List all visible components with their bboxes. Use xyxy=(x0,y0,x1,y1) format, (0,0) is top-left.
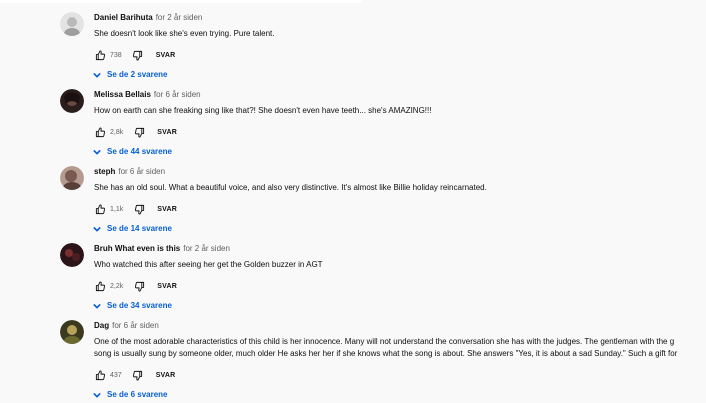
dislike-icon[interactable] xyxy=(132,49,144,61)
reply-button[interactable]: SVAR xyxy=(156,372,176,379)
comment-author[interactable]: Daniel Barihuta xyxy=(94,13,153,22)
like-icon[interactable] xyxy=(94,49,106,61)
avatar[interactable] xyxy=(60,89,84,113)
comment-text: She doesn't look like she's even trying.… xyxy=(94,29,275,38)
view-replies-button[interactable]: Se de 44 svarene xyxy=(93,147,706,156)
like-icon[interactable] xyxy=(94,203,106,215)
comment-text-line: One of the most adorable characteristics… xyxy=(94,337,675,346)
view-replies-label: Se de 6 svarene xyxy=(107,390,168,399)
comment-text: One of the most adorable characteristics… xyxy=(94,336,706,360)
view-replies-label: Se de 14 svarene xyxy=(107,224,172,233)
view-replies-label: Se de 34 svarene xyxy=(107,301,172,310)
like-icon[interactable] xyxy=(94,126,106,138)
comment-time[interactable]: for 6 år siden xyxy=(112,321,159,330)
reply-button[interactable]: SVAR xyxy=(156,52,176,59)
like-count: 738 xyxy=(110,51,122,59)
chevron-down-icon xyxy=(93,149,101,155)
like-count: 2,2k xyxy=(110,282,124,290)
view-replies-button[interactable]: Se de 34 svarene xyxy=(93,301,706,310)
like-count: 2,8k xyxy=(110,128,124,136)
like-count: 437 xyxy=(110,371,122,379)
avatar[interactable] xyxy=(60,12,84,36)
comment-time[interactable]: for 2 år siden xyxy=(183,244,230,253)
comment-author[interactable]: Bruh What even is this xyxy=(94,244,180,253)
comment-text: Who watched this after seeing her get th… xyxy=(94,260,323,269)
comment-text: She has an old soul. What a beautiful vo… xyxy=(94,183,487,192)
view-replies-button[interactable]: Se de 2 svarene xyxy=(93,70,706,79)
view-replies-label: Se de 44 svarene xyxy=(107,147,172,156)
comment-text: How on earth can she freaking sing like … xyxy=(94,106,432,115)
comment-text-line: song is usually sung by someone older, m… xyxy=(94,349,678,358)
view-replies-button[interactable]: Se de 14 svarene xyxy=(93,224,706,233)
comment-time[interactable]: for 6 år siden xyxy=(154,90,201,99)
reply-button[interactable]: SVAR xyxy=(157,206,177,213)
comment-author[interactable]: steph xyxy=(94,167,115,176)
reply-button[interactable]: SVAR xyxy=(157,129,177,136)
dislike-icon[interactable] xyxy=(133,126,145,138)
like-icon[interactable] xyxy=(94,280,106,292)
comment-time[interactable]: for 6 år siden xyxy=(118,167,165,176)
avatar[interactable] xyxy=(60,320,84,344)
comment-time[interactable]: for 2 år siden xyxy=(156,13,203,22)
reply-button[interactable]: SVAR xyxy=(157,283,177,290)
avatar[interactable] xyxy=(60,243,84,267)
comment-author[interactable]: Melissa Bellais xyxy=(94,90,151,99)
chevron-down-icon xyxy=(93,303,101,309)
chevron-down-icon xyxy=(93,72,101,78)
view-replies-label: Se de 2 svarene xyxy=(107,70,168,79)
dislike-icon[interactable] xyxy=(132,369,144,381)
like-icon[interactable] xyxy=(94,369,106,381)
avatar[interactable] xyxy=(60,166,84,190)
like-count: 1,1k xyxy=(110,205,124,213)
dislike-icon[interactable] xyxy=(133,203,145,215)
view-replies-button[interactable]: Se de 6 svarene xyxy=(93,390,706,399)
chevron-down-icon xyxy=(93,226,101,232)
chevron-down-icon xyxy=(93,392,101,398)
comment-author[interactable]: Dag xyxy=(94,321,109,330)
top-strip xyxy=(0,0,362,3)
dislike-icon[interactable] xyxy=(133,280,145,292)
